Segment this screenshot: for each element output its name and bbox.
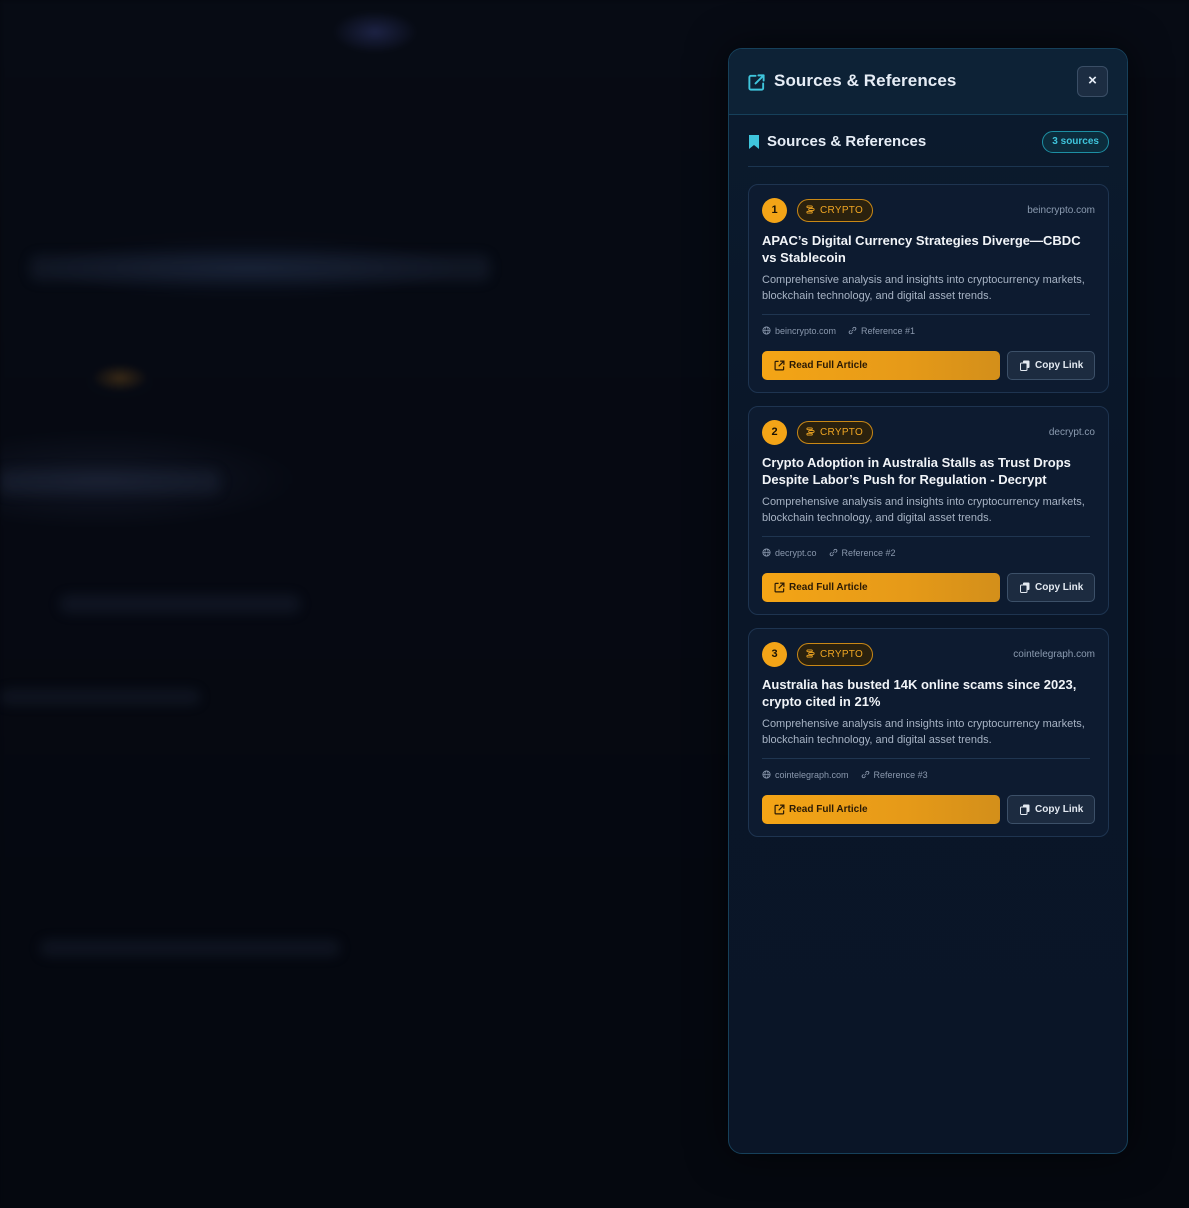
read-full-article-button[interactable]: Read Full Article [762,795,1000,824]
divider [762,314,1090,315]
link-icon [848,326,857,335]
coins-icon [806,427,815,436]
article-description: Comprehensive analysis and insights into… [762,274,1085,302]
source-domain: cointelegraph.com [1013,649,1095,660]
reference-label: Reference #2 [841,548,896,558]
copy-button-label: Copy Link [1035,804,1084,815]
source-card: 1 CRYPTO beincrypto.com APAC’s Digital C… [748,184,1109,393]
meta-domain: beincrypto.com [775,326,837,336]
category-label: CRYPTO [820,427,864,438]
source-number-badge: 3 [762,642,787,667]
link-icon [829,548,837,557]
external-link-icon [774,360,785,371]
section-title: Sources & References [767,133,927,150]
blurred-background-shape [30,255,490,281]
reference-label: Reference #3 [873,770,928,780]
article-title: APAC’s Digital Currency Strategies Diver… [762,233,1081,265]
sources-panel: Sources & References × Sources & Referen… [728,48,1128,1154]
article-title: Australia has busted 14K online scams si… [762,677,1077,709]
reference-label: Reference #1 [861,326,916,336]
article-description: Comprehensive analysis and insights into… [762,718,1085,746]
source-meta: decrypt.co Reference #2 [762,548,896,558]
coins-icon [806,205,815,214]
copy-link-button[interactable]: Copy Link [1007,573,1095,602]
source-meta: beincrypto.com Reference #1 [762,326,915,336]
category-badge: CRYPTO [797,199,874,222]
external-link-icon [748,74,765,91]
external-link-icon [774,804,785,815]
source-meta: cointelegraph.com Reference #3 [762,770,928,780]
source-card: 2 CRYPTO decrypt.co Crypto Adoption in A… [748,406,1109,615]
sources-count-badge: 3 sources [1042,131,1109,153]
copy-icon [1020,360,1030,371]
globe-icon [762,548,771,557]
section-header: Sources & References 3 sources [748,131,1109,167]
category-badge: CRYPTO [797,643,874,666]
article-title: Crypto Adoption in Australia Stalls as T… [762,455,1071,487]
blurred-background-shape [0,690,200,704]
article-description: Comprehensive analysis and insights into… [762,496,1085,524]
copy-button-label: Copy Link [1035,582,1084,593]
category-badge: CRYPTO [797,421,874,444]
link-icon [861,770,869,779]
copy-icon [1020,582,1030,593]
blurred-background-shape [40,940,340,956]
panel-title: Sources & References [774,71,957,90]
source-card: 3 CRYPTO cointelegraph.com Australia has… [748,628,1109,837]
blurred-background-shape [0,470,220,494]
globe-icon [762,326,771,335]
panel-header: Sources & References × [729,49,1127,115]
copy-button-label: Copy Link [1035,360,1084,371]
divider [762,758,1090,759]
blurred-background-shape [60,595,300,613]
read-button-label: Read Full Article [789,804,868,815]
source-domain: decrypt.co [1048,427,1095,438]
external-link-icon [774,582,785,593]
bookmark-icon [749,135,759,149]
meta-domain: decrypt.co [775,548,817,558]
copy-link-button[interactable]: Copy Link [1007,351,1095,380]
source-number-badge: 1 [762,198,787,223]
meta-domain: cointelegraph.com [775,770,849,780]
read-button-label: Read Full Article [789,360,868,371]
source-number-badge: 2 [762,420,787,445]
read-button-label: Read Full Article [789,582,868,593]
category-label: CRYPTO [820,649,864,660]
copy-icon [1020,804,1030,815]
close-button[interactable]: × [1077,66,1108,97]
read-full-article-button[interactable]: Read Full Article [762,351,1000,380]
divider [762,536,1090,537]
read-full-article-button[interactable]: Read Full Article [762,573,1000,602]
coins-icon [806,649,815,658]
category-label: CRYPTO [820,205,864,216]
copy-link-button[interactable]: Copy Link [1007,795,1095,824]
source-domain: beincrypto.com [1027,205,1095,216]
globe-icon [762,770,771,779]
